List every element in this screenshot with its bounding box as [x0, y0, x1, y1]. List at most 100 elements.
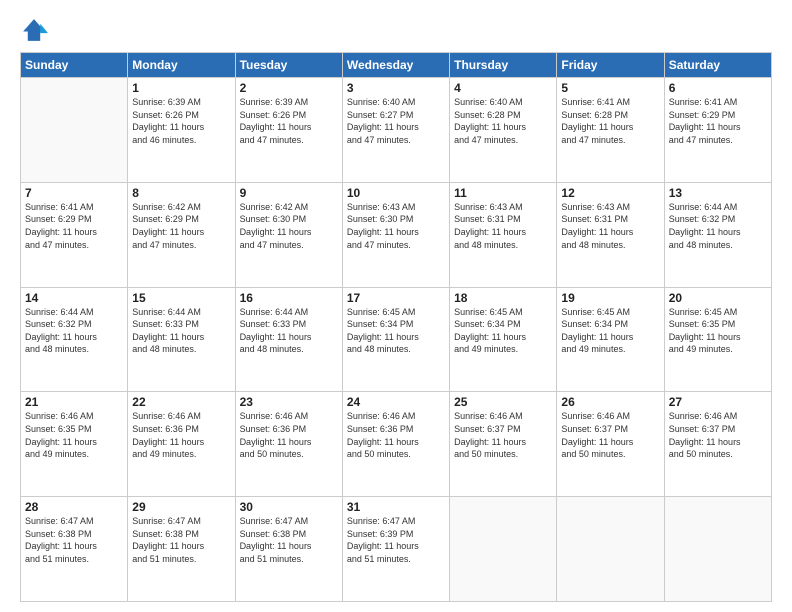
day-info: Sunrise: 6:44 AM Sunset: 6:33 PM Dayligh…	[240, 306, 338, 356]
day-info: Sunrise: 6:47 AM Sunset: 6:38 PM Dayligh…	[132, 515, 230, 565]
day-info: Sunrise: 6:39 AM Sunset: 6:26 PM Dayligh…	[132, 96, 230, 146]
day-number: 12	[561, 186, 659, 200]
day-info: Sunrise: 6:39 AM Sunset: 6:26 PM Dayligh…	[240, 96, 338, 146]
day-info: Sunrise: 6:41 AM Sunset: 6:28 PM Dayligh…	[561, 96, 659, 146]
day-cell	[21, 78, 128, 183]
day-number: 21	[25, 395, 123, 409]
day-cell: 11Sunrise: 6:43 AM Sunset: 6:31 PM Dayli…	[450, 182, 557, 287]
day-info: Sunrise: 6:45 AM Sunset: 6:34 PM Dayligh…	[561, 306, 659, 356]
day-number: 6	[669, 81, 767, 95]
logo-icon	[20, 16, 48, 44]
day-cell: 6Sunrise: 6:41 AM Sunset: 6:29 PM Daylig…	[664, 78, 771, 183]
day-cell: 1Sunrise: 6:39 AM Sunset: 6:26 PM Daylig…	[128, 78, 235, 183]
day-number: 30	[240, 500, 338, 514]
day-info: Sunrise: 6:47 AM Sunset: 6:38 PM Dayligh…	[25, 515, 123, 565]
day-cell: 23Sunrise: 6:46 AM Sunset: 6:36 PM Dayli…	[235, 392, 342, 497]
day-number: 13	[669, 186, 767, 200]
day-number: 25	[454, 395, 552, 409]
day-cell: 25Sunrise: 6:46 AM Sunset: 6:37 PM Dayli…	[450, 392, 557, 497]
day-cell: 27Sunrise: 6:46 AM Sunset: 6:37 PM Dayli…	[664, 392, 771, 497]
day-number: 17	[347, 291, 445, 305]
day-info: Sunrise: 6:46 AM Sunset: 6:36 PM Dayligh…	[240, 410, 338, 460]
day-number: 4	[454, 81, 552, 95]
day-info: Sunrise: 6:40 AM Sunset: 6:28 PM Dayligh…	[454, 96, 552, 146]
day-number: 15	[132, 291, 230, 305]
day-cell: 12Sunrise: 6:43 AM Sunset: 6:31 PM Dayli…	[557, 182, 664, 287]
weekday-header-tuesday: Tuesday	[235, 53, 342, 78]
day-number: 16	[240, 291, 338, 305]
day-info: Sunrise: 6:43 AM Sunset: 6:30 PM Dayligh…	[347, 201, 445, 251]
day-cell: 22Sunrise: 6:46 AM Sunset: 6:36 PM Dayli…	[128, 392, 235, 497]
day-number: 23	[240, 395, 338, 409]
day-cell: 2Sunrise: 6:39 AM Sunset: 6:26 PM Daylig…	[235, 78, 342, 183]
header	[20, 16, 772, 44]
day-info: Sunrise: 6:46 AM Sunset: 6:36 PM Dayligh…	[132, 410, 230, 460]
week-row-2: 7Sunrise: 6:41 AM Sunset: 6:29 PM Daylig…	[21, 182, 772, 287]
day-number: 18	[454, 291, 552, 305]
day-number: 24	[347, 395, 445, 409]
day-info: Sunrise: 6:42 AM Sunset: 6:29 PM Dayligh…	[132, 201, 230, 251]
day-info: Sunrise: 6:42 AM Sunset: 6:30 PM Dayligh…	[240, 201, 338, 251]
day-info: Sunrise: 6:40 AM Sunset: 6:27 PM Dayligh…	[347, 96, 445, 146]
day-number: 1	[132, 81, 230, 95]
day-info: Sunrise: 6:47 AM Sunset: 6:38 PM Dayligh…	[240, 515, 338, 565]
day-info: Sunrise: 6:45 AM Sunset: 6:35 PM Dayligh…	[669, 306, 767, 356]
weekday-header-sunday: Sunday	[21, 53, 128, 78]
day-number: 27	[669, 395, 767, 409]
calendar-table: SundayMondayTuesdayWednesdayThursdayFrid…	[20, 52, 772, 602]
day-cell: 14Sunrise: 6:44 AM Sunset: 6:32 PM Dayli…	[21, 287, 128, 392]
day-cell: 4Sunrise: 6:40 AM Sunset: 6:28 PM Daylig…	[450, 78, 557, 183]
week-row-3: 14Sunrise: 6:44 AM Sunset: 6:32 PM Dayli…	[21, 287, 772, 392]
day-cell: 10Sunrise: 6:43 AM Sunset: 6:30 PM Dayli…	[342, 182, 449, 287]
day-cell: 16Sunrise: 6:44 AM Sunset: 6:33 PM Dayli…	[235, 287, 342, 392]
day-cell: 30Sunrise: 6:47 AM Sunset: 6:38 PM Dayli…	[235, 497, 342, 602]
day-number: 14	[25, 291, 123, 305]
day-number: 20	[669, 291, 767, 305]
day-info: Sunrise: 6:47 AM Sunset: 6:39 PM Dayligh…	[347, 515, 445, 565]
day-number: 7	[25, 186, 123, 200]
day-number: 31	[347, 500, 445, 514]
day-number: 29	[132, 500, 230, 514]
day-number: 26	[561, 395, 659, 409]
weekday-header-row: SundayMondayTuesdayWednesdayThursdayFrid…	[21, 53, 772, 78]
day-info: Sunrise: 6:43 AM Sunset: 6:31 PM Dayligh…	[561, 201, 659, 251]
day-number: 9	[240, 186, 338, 200]
day-cell: 17Sunrise: 6:45 AM Sunset: 6:34 PM Dayli…	[342, 287, 449, 392]
day-info: Sunrise: 6:44 AM Sunset: 6:32 PM Dayligh…	[25, 306, 123, 356]
page: SundayMondayTuesdayWednesdayThursdayFrid…	[0, 0, 792, 612]
day-info: Sunrise: 6:46 AM Sunset: 6:37 PM Dayligh…	[454, 410, 552, 460]
day-cell: 29Sunrise: 6:47 AM Sunset: 6:38 PM Dayli…	[128, 497, 235, 602]
day-cell: 19Sunrise: 6:45 AM Sunset: 6:34 PM Dayli…	[557, 287, 664, 392]
day-number: 5	[561, 81, 659, 95]
day-number: 2	[240, 81, 338, 95]
day-info: Sunrise: 6:44 AM Sunset: 6:32 PM Dayligh…	[669, 201, 767, 251]
day-cell: 18Sunrise: 6:45 AM Sunset: 6:34 PM Dayli…	[450, 287, 557, 392]
weekday-header-wednesday: Wednesday	[342, 53, 449, 78]
day-number: 28	[25, 500, 123, 514]
weekday-header-thursday: Thursday	[450, 53, 557, 78]
weekday-header-friday: Friday	[557, 53, 664, 78]
day-info: Sunrise: 6:46 AM Sunset: 6:37 PM Dayligh…	[669, 410, 767, 460]
day-info: Sunrise: 6:43 AM Sunset: 6:31 PM Dayligh…	[454, 201, 552, 251]
day-cell: 9Sunrise: 6:42 AM Sunset: 6:30 PM Daylig…	[235, 182, 342, 287]
weekday-header-saturday: Saturday	[664, 53, 771, 78]
day-number: 19	[561, 291, 659, 305]
logo	[20, 16, 50, 44]
day-cell: 3Sunrise: 6:40 AM Sunset: 6:27 PM Daylig…	[342, 78, 449, 183]
week-row-4: 21Sunrise: 6:46 AM Sunset: 6:35 PM Dayli…	[21, 392, 772, 497]
week-row-1: 1Sunrise: 6:39 AM Sunset: 6:26 PM Daylig…	[21, 78, 772, 183]
day-number: 10	[347, 186, 445, 200]
day-cell	[664, 497, 771, 602]
day-info: Sunrise: 6:45 AM Sunset: 6:34 PM Dayligh…	[454, 306, 552, 356]
day-info: Sunrise: 6:41 AM Sunset: 6:29 PM Dayligh…	[669, 96, 767, 146]
day-cell: 15Sunrise: 6:44 AM Sunset: 6:33 PM Dayli…	[128, 287, 235, 392]
day-info: Sunrise: 6:45 AM Sunset: 6:34 PM Dayligh…	[347, 306, 445, 356]
day-info: Sunrise: 6:46 AM Sunset: 6:35 PM Dayligh…	[25, 410, 123, 460]
day-cell: 26Sunrise: 6:46 AM Sunset: 6:37 PM Dayli…	[557, 392, 664, 497]
day-cell: 7Sunrise: 6:41 AM Sunset: 6:29 PM Daylig…	[21, 182, 128, 287]
day-number: 22	[132, 395, 230, 409]
day-number: 11	[454, 186, 552, 200]
day-info: Sunrise: 6:46 AM Sunset: 6:36 PM Dayligh…	[347, 410, 445, 460]
day-cell: 31Sunrise: 6:47 AM Sunset: 6:39 PM Dayli…	[342, 497, 449, 602]
day-cell	[450, 497, 557, 602]
